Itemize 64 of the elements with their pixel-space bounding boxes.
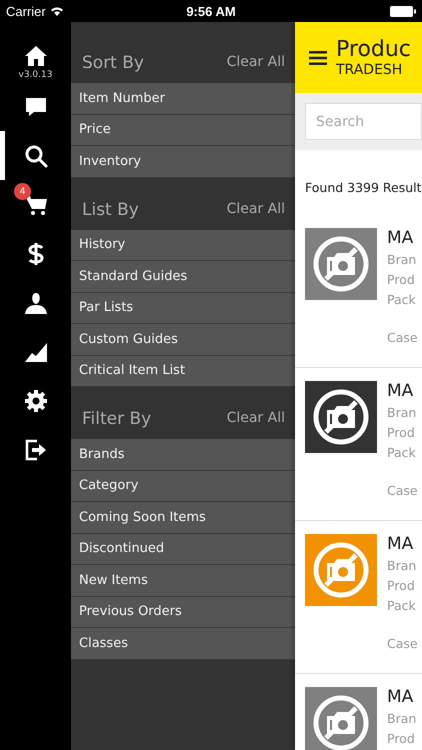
product-name: MA xyxy=(387,228,414,248)
product-name: MA xyxy=(387,687,414,707)
filter-option[interactable]: Custom Guides xyxy=(71,324,295,356)
filter-option[interactable]: New Items xyxy=(71,565,295,596)
product-row[interactable]: MA Bran Prod xyxy=(295,674,422,750)
version-label: v3.0.13 xyxy=(18,70,52,80)
no-camera-icon xyxy=(312,388,370,446)
filter-option[interactable]: Critical Item List xyxy=(71,356,295,387)
product-label: Prod xyxy=(387,730,416,748)
filter-option[interactable]: Price xyxy=(71,114,295,146)
brand-label: Bran xyxy=(387,251,418,269)
menu-icon[interactable] xyxy=(309,50,327,64)
wifi-icon xyxy=(50,6,64,16)
home-icon xyxy=(24,44,48,68)
logout-icon xyxy=(24,438,48,462)
filter-option[interactable]: Discontinued xyxy=(71,534,295,565)
filter-option[interactable]: Classes xyxy=(71,628,295,660)
person-icon xyxy=(24,290,48,314)
product-label: Prod xyxy=(387,577,416,595)
product-label: Prod xyxy=(387,424,416,442)
no-camera-icon xyxy=(312,694,370,750)
section-title: List By xyxy=(82,200,139,220)
filter-option[interactable]: Category xyxy=(71,470,295,502)
page-title: Produc xyxy=(336,37,411,62)
product-name: MA xyxy=(387,534,414,554)
clock-time: 9:56 AM xyxy=(186,4,236,18)
section-title: Filter By xyxy=(82,409,152,429)
filter-option[interactable]: Item Number xyxy=(71,83,295,114)
filter-option[interactable]: Brands xyxy=(71,439,295,470)
count-badge: 4 xyxy=(14,183,31,200)
settings-icon xyxy=(24,388,48,412)
page-subtitle: TRADESH xyxy=(336,62,404,78)
unit-label: Case xyxy=(387,329,418,347)
filter-option[interactable]: Standard Guides xyxy=(71,261,295,292)
clear-all-button[interactable]: Clear All xyxy=(226,200,285,220)
clear-all-button[interactable]: Clear All xyxy=(226,54,285,73)
filter-option[interactable]: Par Lists xyxy=(71,292,295,324)
brand-label: Bran xyxy=(387,710,416,728)
unit-label: Case xyxy=(387,635,418,653)
carrier-label: Carrier xyxy=(6,4,46,18)
section-title: Sort By xyxy=(82,53,144,73)
no-camera-icon xyxy=(312,235,370,293)
product-row[interactable]: MA Bran Prod Pack Case xyxy=(295,368,422,521)
clear-all-button[interactable]: Clear All xyxy=(226,410,285,429)
unit-label: Case xyxy=(387,482,418,500)
brand-label: Bran xyxy=(387,557,418,575)
pack-label: Pack xyxy=(387,291,417,309)
filter-option[interactable]: Coming Soon Items xyxy=(71,502,295,534)
product-row[interactable]: MA Bran Prod Pack Case xyxy=(295,521,422,674)
product-label: Prod xyxy=(387,271,416,289)
filter-option[interactable]: History xyxy=(71,230,295,261)
pack-label: Pack xyxy=(387,597,417,615)
nav-button[interactable]: 4 xyxy=(0,180,71,229)
filter-option[interactable]: Inventory xyxy=(71,146,295,178)
search-field[interactable]: Search xyxy=(305,103,422,140)
results-count: Found 3399 Result xyxy=(304,179,422,197)
no-camera-icon xyxy=(312,541,370,599)
product-row[interactable]: MA Bran Prod Pack Case xyxy=(295,215,422,368)
search-icon xyxy=(24,144,48,168)
battery-icon xyxy=(390,6,416,16)
product-name: MA xyxy=(387,381,414,401)
filter-option[interactable]: Previous Orders xyxy=(71,596,295,628)
brand-label: Bran xyxy=(387,404,418,422)
pack-label: Pack xyxy=(387,444,417,462)
